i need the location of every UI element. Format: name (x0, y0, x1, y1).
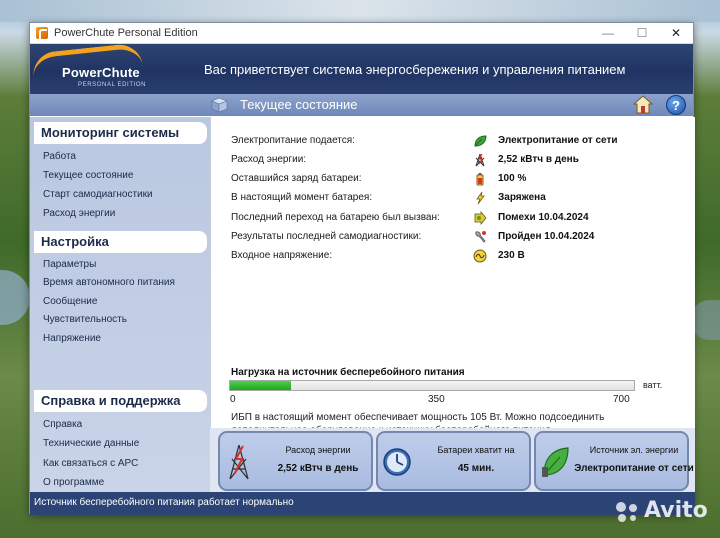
energy-usage-label: Расход энергии: (231, 154, 307, 165)
maximize-button[interactable]: ☐ (625, 23, 659, 44)
minimize-button[interactable]: — (591, 23, 625, 44)
load-tick-350: 350 (428, 394, 445, 405)
plug-leaf-icon (542, 447, 569, 477)
sidebar-item-tech-data[interactable]: Технические данные (43, 438, 139, 449)
sidebar-item-contact-apc[interactable]: Как связаться с APC (43, 458, 138, 469)
sidebar-group-help: Справка и поддержка (34, 390, 207, 412)
battery-state-value: Заряжена (498, 192, 546, 203)
window-title: PowerChute Personal Edition (54, 27, 198, 39)
sidebar-item-about[interactable]: О программе (43, 477, 104, 488)
battery-charge-value: 100 % (498, 173, 527, 184)
sidebar-item-help[interactable]: Справка (43, 419, 82, 430)
summary-cards: Расход энергии 2,52 кВтч в день Батареи … (210, 428, 695, 492)
powerchute-logo: PowerChute PERSONAL EDITION (30, 42, 210, 94)
voltage-meter-icon (473, 249, 487, 263)
sidebar-item-operation[interactable]: Работа (43, 151, 76, 162)
wrench-icon (475, 231, 486, 243)
plug-leaf-icon (474, 135, 487, 147)
load-title: Нагрузка на источник бесперебойного пита… (231, 367, 465, 378)
energy-usage-value: 2,52 кВтч в день (498, 154, 579, 165)
sidebar-item-energy-usage[interactable]: Расход энергии (43, 208, 115, 219)
load-tick-0: 0 (230, 394, 236, 405)
warning-arrow-icon (474, 211, 487, 225)
avito-watermark: Avito (610, 495, 710, 527)
sky (0, 0, 720, 22)
powerchute-icon (36, 27, 48, 39)
battery-runtime-card[interactable]: Батареи хватит на 45 мин. (376, 431, 531, 491)
app-banner: PowerChute PERSONAL EDITION Вас приветст… (30, 42, 693, 94)
battery-runtime-card-value: 45 мин. (457, 463, 495, 474)
close-button[interactable]: ✕ (659, 23, 693, 44)
sidebar-item-runtime[interactable]: Время автономного питания (43, 277, 175, 288)
load-progress-bar (229, 380, 635, 391)
sidebar-group-settings: Настройка (34, 231, 207, 253)
power-source-card-label: Источник эл. энергии (589, 445, 679, 455)
lake (0, 270, 30, 325)
battery-runtime-card-label: Батареи хватит на (437, 445, 515, 455)
clock-icon (383, 448, 411, 476)
energy-usage-card-label: Расход энергии (285, 445, 351, 455)
sidebar-group-monitoring: Мониторинг системы (34, 122, 207, 144)
section-header: Текущее состояние ? (30, 94, 693, 116)
home-icon[interactable] (633, 95, 653, 114)
sidebar: Мониторинг системы Работа Текущее состоя… (30, 117, 210, 492)
power-tower-icon (475, 153, 485, 167)
help-icon[interactable]: ? (666, 95, 686, 115)
welcome-text: Вас приветствует система энергосбережени… (204, 61, 626, 77)
lightning-icon (476, 191, 485, 205)
section-title: Текущее состояние (240, 97, 358, 112)
logo-subtitle: PERSONAL EDITION (78, 82, 147, 88)
power-source-card-value: Электропитание от сети (574, 463, 694, 474)
input-voltage-value: 230 В (498, 250, 525, 261)
power-tower-icon (229, 444, 249, 480)
last-transfer-value: Помехи 10.04.2024 (498, 212, 589, 223)
battery-state-label: В настоящий момент батарея: (231, 192, 373, 203)
sidebar-item-current-state[interactable]: Текущее состояние (43, 170, 133, 181)
logo-text: PowerChute (62, 65, 140, 80)
load-progress-fill (230, 381, 291, 390)
sidebar-item-sensitivity[interactable]: Чувствительность (43, 314, 127, 325)
last-transfer-label: Последний переход на батарею был вызван: (231, 212, 440, 223)
input-voltage-label: Входное напряжение: (231, 250, 333, 261)
avito-watermark-text: Avito (644, 498, 708, 523)
status-bar: Источник бесперебойного питания работает… (30, 492, 695, 515)
load-unit: ватт. (643, 380, 663, 390)
sidebar-item-voltage[interactable]: Напряжение (43, 333, 101, 344)
battery-icon (476, 173, 484, 186)
title-bar[interactable]: PowerChute Personal Edition — ☐ ✕ (30, 23, 693, 44)
energy-usage-card[interactable]: Расход энергии 2,52 кВтч в день (218, 431, 373, 491)
self-test-label: Результаты последней самодиагностики: (231, 231, 422, 242)
sidebar-item-self-test[interactable]: Старт самодиагностики (43, 189, 153, 200)
self-test-value: Пройден 10.04.2024 (498, 231, 595, 242)
load-tick-700: 700 (613, 394, 630, 405)
energy-usage-card-value: 2,52 кВтч в день (277, 463, 359, 474)
cube-icon (211, 97, 228, 113)
avito-logo-icon (616, 502, 637, 522)
status-text: Источник бесперебойного питания работает… (34, 497, 294, 508)
sidebar-item-messages[interactable]: Сообщение (43, 296, 97, 307)
sidebar-item-parameters[interactable]: Параметры (43, 259, 96, 270)
app-window: PowerChute Personal Edition — ☐ ✕ PowerC… (29, 22, 695, 515)
power-source-label: Электропитание подается: (231, 135, 355, 146)
power-source-card[interactable]: Источник эл. энергии Электропитание от с… (534, 431, 694, 491)
battery-charge-label: Оставшийся заряд батареи: (231, 173, 362, 184)
power-source-value: Электропитание от сети (498, 135, 618, 146)
